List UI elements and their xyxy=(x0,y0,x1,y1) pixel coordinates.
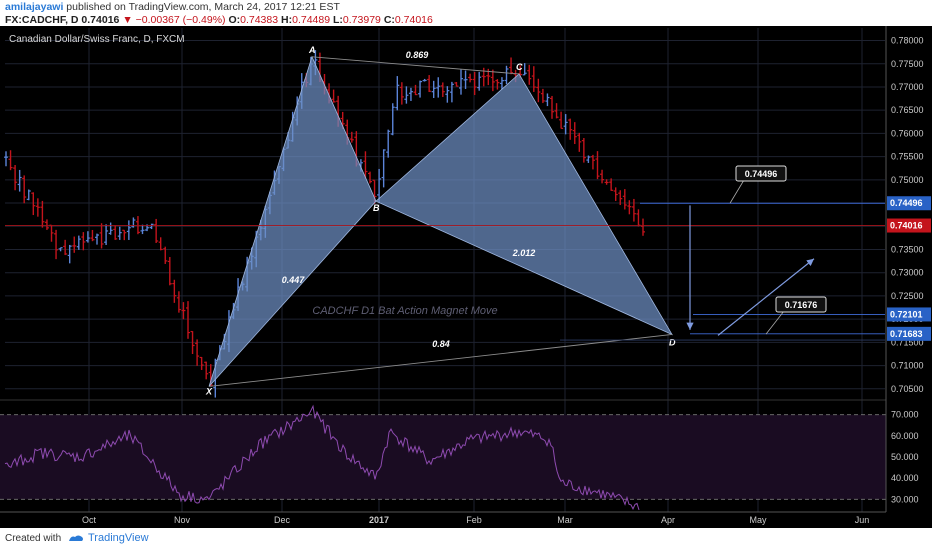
price-tag-label: 0.74016 xyxy=(890,221,923,231)
bat-pattern xyxy=(208,55,673,387)
price-tick-label: 0.73000 xyxy=(891,268,924,278)
chart-title: Canadian Dollar/Swiss Franc, D, FXCM xyxy=(9,34,185,45)
chart-footer: Created with TradingView xyxy=(0,528,932,550)
close-label: C: xyxy=(383,14,395,26)
low-value: 0.73979 xyxy=(342,14,381,26)
rsi-tick-label: 70.000 xyxy=(891,410,919,420)
rsi-pane xyxy=(0,404,886,511)
chart-area[interactable]: Canadian Dollar/Swiss Franc, D, FXCM X A B C… xyxy=(0,26,932,528)
time-tick-label: Dec xyxy=(274,515,291,525)
time-tick-label: May xyxy=(749,515,767,525)
rsi-tick-label: 40.000 xyxy=(891,473,919,483)
time-tick-label: Feb xyxy=(466,515,482,525)
time-tick-label: Mar xyxy=(557,515,573,525)
time-tick-label: Jun xyxy=(855,515,870,525)
time-tick-label: Apr xyxy=(661,515,675,525)
price-tick-label: 0.78000 xyxy=(891,36,924,46)
author-link[interactable]: amilajayawi xyxy=(5,1,63,13)
ratio-label-xd: 0.84 xyxy=(432,339,450,349)
callout-74496-label: 0.74496 xyxy=(745,169,778,179)
ratio-label-ac: 0.869 xyxy=(406,50,429,60)
price-tick-label: 0.76000 xyxy=(891,128,924,138)
brand-label: TradingView xyxy=(88,532,149,544)
close-value: 0.74016 xyxy=(394,14,433,26)
price-tick-label: 0.71000 xyxy=(891,361,924,371)
pattern-name: CADCHF D1 Bat Action Magnet Move xyxy=(312,305,497,317)
price-tick-label: 0.76500 xyxy=(891,105,924,115)
pattern-triangle-bcd xyxy=(375,73,673,336)
tradingview-logo-icon xyxy=(69,535,83,541)
price-axis: 0.78000 0.77500 0.77000 0.76500 0.76000 0.755… xyxy=(885,26,931,512)
price-change: ▼ −0.00367 (−0.49%) xyxy=(122,14,226,26)
price-tag-label: 0.74496 xyxy=(890,198,923,208)
high-value: 0.74489 xyxy=(292,14,331,26)
rsi-band-fill xyxy=(0,414,886,500)
price-tick-label: 0.75000 xyxy=(891,175,924,185)
pattern-point-b: B xyxy=(373,203,380,213)
price-tick-label: 0.73500 xyxy=(891,244,924,254)
time-tick-label: Oct xyxy=(82,515,97,525)
open-label: O: xyxy=(228,14,241,26)
chart-header: amilajayawi published on TradingView.com… xyxy=(0,0,932,26)
low-label: L: xyxy=(333,14,343,26)
open-value: 0.74383 xyxy=(240,14,279,26)
ratio-label-bd: 2.012 xyxy=(512,248,536,258)
published-text: published on TradingView.com, March 24, … xyxy=(66,1,340,13)
price-tick-label: 0.72500 xyxy=(891,291,924,301)
price-tick-label: 0.75500 xyxy=(891,152,924,162)
pattern-point-c: C xyxy=(516,62,523,72)
price-tag-label: 0.72101 xyxy=(890,309,923,319)
time-tick-label: 2017 xyxy=(369,515,389,525)
ratio-label-xb: 0.447 xyxy=(282,275,306,285)
chart-canvas[interactable]: Canadian Dollar/Swiss Franc, D, FXCM X A B C… xyxy=(0,26,932,528)
rsi-tick-label: 50.000 xyxy=(891,452,919,462)
pattern-point-d: D xyxy=(669,337,676,347)
tradingview-link[interactable]: TradingView xyxy=(68,532,149,544)
symbol-label: FX:CADCHF, D xyxy=(5,14,79,26)
publish-line: amilajayawi published on TradingView.com… xyxy=(5,1,340,13)
created-with-text: Created with xyxy=(5,533,62,544)
price-tick-label: 0.70500 xyxy=(891,384,924,394)
time-tick-label: Nov xyxy=(174,515,191,525)
pattern-triangle-xab xyxy=(208,55,377,387)
pattern-point-a: A xyxy=(308,45,316,55)
rsi-tick-label: 30.000 xyxy=(891,494,919,504)
ohlc-line: FX:CADCHF, D 0.74016 ▼ −0.00367 (−0.49%)… xyxy=(5,14,433,26)
high-label: H: xyxy=(281,14,293,26)
callout-74496-leader xyxy=(729,179,745,204)
time-axis: Oct Nov Dec 2017 Feb Mar Apr May Jun xyxy=(0,511,886,525)
price-tag-label: 0.71683 xyxy=(890,329,923,339)
price-tick-label: 0.77500 xyxy=(891,59,924,69)
price-tick-label: 0.77000 xyxy=(891,82,924,92)
rsi-tick-label: 60.000 xyxy=(891,431,919,441)
last-price: 0.74016 xyxy=(81,14,120,26)
pattern-point-x: X xyxy=(205,386,213,396)
callout-71676-label: 0.71676 xyxy=(785,300,818,310)
